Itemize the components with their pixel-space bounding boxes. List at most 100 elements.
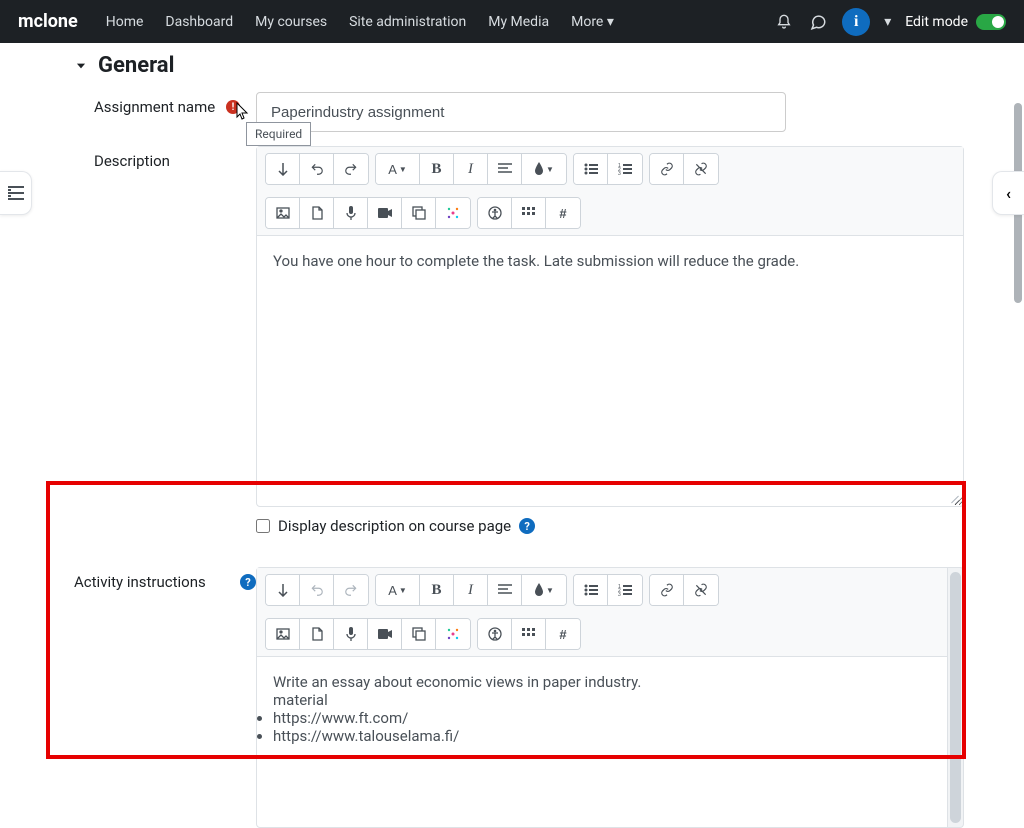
- nav-link-dashboard[interactable]: Dashboard: [165, 14, 233, 30]
- top-navbar: mclone Home Dashboard My courses Site ad…: [0, 0, 1024, 43]
- nav-link-mymedia[interactable]: My Media: [488, 14, 549, 30]
- sparkle-button[interactable]: [436, 619, 470, 649]
- editor-toolbar: A▼ B I ▼ 123: [257, 147, 963, 236]
- help-icon[interactable]: ?: [519, 518, 535, 534]
- nav-link-siteadmin[interactable]: Site administration: [349, 14, 466, 30]
- numbered-list-button[interactable]: 123: [608, 575, 642, 605]
- edit-mode-label: Edit mode: [905, 14, 968, 30]
- grid-button[interactable]: [512, 198, 546, 228]
- instructions-essay-line: Write an essay about economic views in p…: [273, 673, 931, 691]
- text-color-button[interactable]: ▼: [522, 154, 566, 184]
- bell-icon[interactable]: [774, 12, 794, 32]
- redo-button[interactable]: [334, 154, 368, 184]
- sparkle-button[interactable]: [436, 198, 470, 228]
- link-button[interactable]: [650, 154, 684, 184]
- description-editor: A▼ B I ▼ 123: [256, 146, 964, 507]
- expand-toolbar-button[interactable]: [266, 575, 300, 605]
- instructions-links-list: https://www.ft.com/ https://www.talousel…: [273, 709, 931, 745]
- grid-button[interactable]: [512, 619, 546, 649]
- video-button[interactable]: [368, 619, 402, 649]
- text-color-button[interactable]: ▼: [522, 575, 566, 605]
- section-header-general[interactable]: General: [74, 53, 964, 78]
- italic-button[interactable]: I: [454, 575, 488, 605]
- drawer-toggle-left[interactable]: [0, 171, 32, 215]
- alignment-button[interactable]: [488, 575, 522, 605]
- unlink-button[interactable]: [684, 575, 718, 605]
- svg-text:3: 3: [618, 592, 621, 596]
- bullet-list-button[interactable]: [574, 154, 608, 184]
- instructions-link-1[interactable]: https://www.ft.com/: [273, 709, 408, 727]
- user-avatar[interactable]: i: [842, 8, 870, 36]
- chevron-down-icon[interactable]: ▾: [884, 14, 891, 30]
- label-activity-instructions: Activity instructions ?: [60, 567, 256, 591]
- row-description: Description A▼ B I: [60, 146, 964, 553]
- field-activity-instructions: A▼ B I ▼ 123: [256, 567, 964, 828]
- instructions-textarea[interactable]: Write an essay about economic views in p…: [257, 657, 947, 827]
- microphone-button[interactable]: [334, 198, 368, 228]
- nav-link-more[interactable]: More ▾: [571, 14, 614, 30]
- redo-button[interactable]: [334, 575, 368, 605]
- undo-button[interactable]: [300, 154, 334, 184]
- image-button[interactable]: [266, 198, 300, 228]
- label-description: Description: [60, 146, 256, 170]
- expand-toolbar-button[interactable]: [266, 154, 300, 184]
- bold-button[interactable]: B: [420, 575, 454, 605]
- hash-button[interactable]: #: [546, 619, 580, 649]
- copy-button[interactable]: [402, 619, 436, 649]
- bullet-list-button[interactable]: [574, 575, 608, 605]
- svg-text:3: 3: [618, 171, 621, 175]
- chevron-left-icon: ‹: [1006, 184, 1011, 203]
- paragraph-style-button[interactable]: A▼: [376, 575, 420, 605]
- chevron-down-icon: ▾: [607, 14, 614, 30]
- link-button[interactable]: [650, 575, 684, 605]
- instructions-material-label: material: [273, 691, 931, 709]
- field-assignment-name: ! Required: [256, 92, 964, 132]
- video-button[interactable]: [368, 198, 402, 228]
- description-textarea[interactable]: You have one hour to complete the task. …: [257, 236, 963, 506]
- field-description: A▼ B I ▼ 123: [256, 146, 964, 553]
- nav-links: Home Dashboard My courses Site administr…: [106, 14, 774, 30]
- unlink-button[interactable]: [684, 154, 718, 184]
- instructions-scrollbar[interactable]: [948, 567, 964, 828]
- nav-link-mycourses[interactable]: My courses: [255, 14, 327, 30]
- form-content: General Assignment name ! Required Descr…: [60, 43, 964, 828]
- display-description-checkbox[interactable]: [256, 519, 270, 533]
- image-button[interactable]: [266, 619, 300, 649]
- undo-button[interactable]: [300, 575, 334, 605]
- edit-mode-toggle[interactable]: Edit mode: [905, 14, 1006, 30]
- required-tooltip: Required: [246, 122, 311, 146]
- italic-button[interactable]: I: [454, 154, 488, 184]
- description-text: You have one hour to complete the task. …: [273, 252, 799, 270]
- help-icon[interactable]: ?: [240, 574, 256, 590]
- instructions-link-2[interactable]: https://www.talouselama.fi/: [273, 727, 459, 745]
- brand-logo[interactable]: mclone: [18, 11, 78, 32]
- alignment-button[interactable]: [488, 154, 522, 184]
- section-title: General: [98, 53, 174, 78]
- row-activity-instructions: Activity instructions ? A▼: [60, 567, 964, 828]
- nav-link-home[interactable]: Home: [106, 14, 144, 30]
- display-description-label: Display description on course page: [278, 517, 511, 535]
- bold-button[interactable]: B: [420, 154, 454, 184]
- file-button[interactable]: [300, 198, 334, 228]
- chevron-down-icon: [74, 59, 88, 73]
- speech-bubble-icon[interactable]: [808, 12, 828, 32]
- paragraph-style-button[interactable]: A▼: [376, 154, 420, 184]
- microphone-button[interactable]: [334, 619, 368, 649]
- accessibility-button[interactable]: [478, 198, 512, 228]
- hash-button[interactable]: #: [546, 198, 580, 228]
- accessibility-button[interactable]: [478, 619, 512, 649]
- nav-right: i ▾ Edit mode: [774, 8, 1006, 36]
- editor-toolbar: A▼ B I ▼ 123: [257, 568, 947, 657]
- instructions-editor: A▼ B I ▼ 123: [256, 567, 948, 828]
- drawer-toggle-right[interactable]: ‹: [992, 171, 1024, 215]
- required-icon: !: [226, 100, 240, 114]
- assignment-name-input[interactable]: [256, 92, 786, 132]
- page-body: ‹ General Assignment name ! Required Des…: [0, 43, 1024, 766]
- toggle-switch-icon[interactable]: [976, 14, 1006, 30]
- file-button[interactable]: [300, 619, 334, 649]
- label-activity-instructions-text: Activity instructions: [74, 573, 206, 591]
- resize-handle-icon[interactable]: [947, 490, 961, 504]
- display-description-checkbox-row: Display description on course page ?: [256, 517, 964, 535]
- copy-button[interactable]: [402, 198, 436, 228]
- numbered-list-button[interactable]: 123: [608, 154, 642, 184]
